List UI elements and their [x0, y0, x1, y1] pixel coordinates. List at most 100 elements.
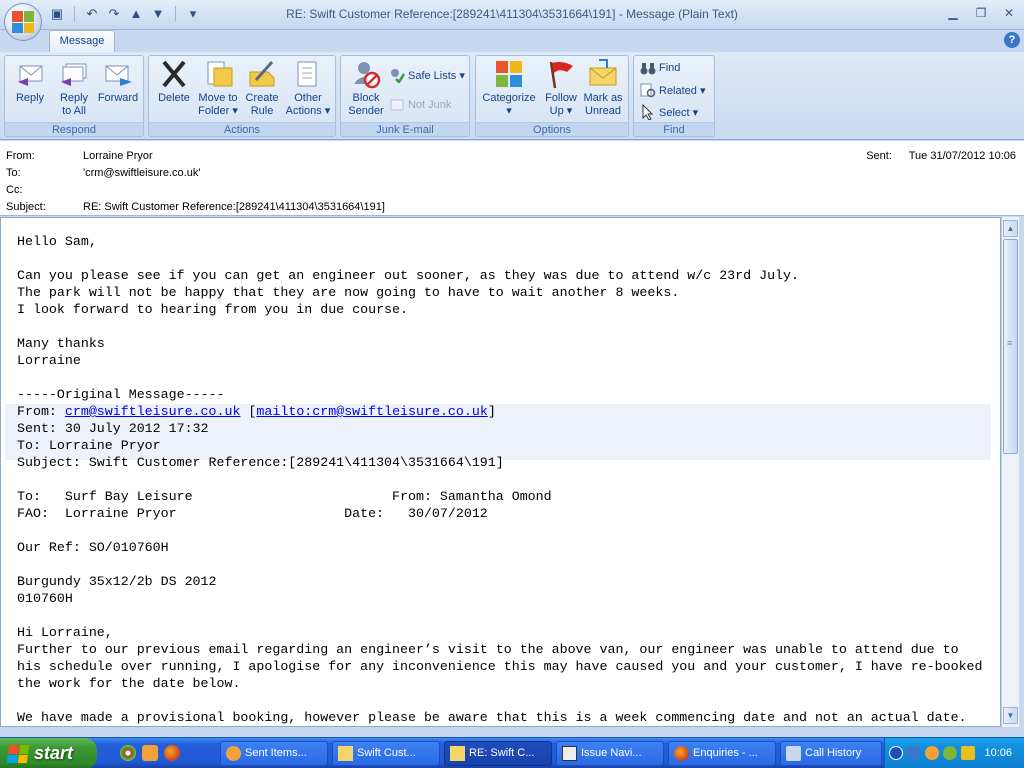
- office-logo-icon: [12, 11, 34, 33]
- sent-value: Tue 31/07/2012 10:06: [908, 150, 1016, 162]
- scroll-thumb[interactable]: [1003, 239, 1018, 454]
- options-group-label: Options: [476, 122, 628, 136]
- create-rule-label: Create Rule: [245, 92, 279, 117]
- reply-all-icon: [58, 58, 90, 90]
- to-value[interactable]: 'crm@swiftleisure.co.uk': [83, 167, 200, 179]
- junk-email-group-label: Junk E-mail: [341, 122, 469, 136]
- task-label: Sent Items...: [245, 747, 307, 759]
- message-text: Hello Sam, Can you please see if you can…: [17, 233, 983, 726]
- reply-all-label: Reply to All: [59, 92, 89, 117]
- select-cursor-icon: [640, 103, 656, 121]
- safe-lists-label: Safe Lists ▾: [408, 69, 465, 82]
- block-sender-button[interactable]: Block Sender: [343, 58, 389, 118]
- follow-up-flag-icon: [545, 58, 577, 90]
- reply-all-button[interactable]: Reply to All: [51, 58, 97, 118]
- select-label: Select ▾: [659, 106, 699, 119]
- close-icon[interactable]: ✕: [998, 4, 1020, 22]
- find-group: Find Related ▾ Select ▾ Find: [633, 55, 715, 137]
- select-button[interactable]: Select ▾: [640, 103, 698, 121]
- follow-up-button[interactable]: Follow Up ▾: [538, 58, 584, 118]
- respond-group-label: Respond: [5, 122, 143, 136]
- from-email-link[interactable]: crm@swiftleisure.co.uk: [65, 404, 241, 419]
- cc-label: Cc:: [6, 184, 23, 196]
- minimize-icon[interactable]: ▁: [942, 4, 964, 22]
- ribbon: Reply Reply to All Forward Respond Delet…: [0, 52, 1024, 140]
- vertical-scrollbar[interactable]: ▲ ▼: [1001, 217, 1019, 727]
- email-task-icon: [338, 746, 353, 761]
- follow-up-label: Follow Up ▾: [545, 92, 577, 117]
- subject-value: RE: Swift Customer Reference:[289241\411…: [83, 201, 385, 213]
- other-actions-button[interactable]: Other Actions ▾: [285, 58, 331, 118]
- network-tray-icon[interactable]: [907, 746, 921, 760]
- reply-button[interactable]: Reply: [7, 58, 53, 105]
- task-label: Enquiries - ...: [693, 747, 758, 759]
- taskbar-item-call-history[interactable]: Call History: [780, 741, 882, 766]
- delete-button[interactable]: Delete: [151, 58, 197, 105]
- window-controls: ▁ ❐ ✕: [942, 4, 1020, 22]
- email-task-icon: [450, 746, 465, 761]
- categorize-button[interactable]: Categorize ▾: [480, 58, 538, 118]
- find-button[interactable]: Find: [640, 59, 680, 77]
- actions-group-label: Actions: [149, 122, 335, 136]
- move-to-folder-icon: [202, 58, 234, 90]
- clock[interactable]: 10:06: [984, 747, 1012, 759]
- other-actions-label: Other Actions ▾: [285, 92, 331, 117]
- respond-group: Reply Reply to All Forward Respond: [4, 55, 144, 137]
- mark-as-unread-icon: [587, 58, 619, 90]
- start-button[interactable]: start: [0, 738, 97, 768]
- sent-label: Sent:: [866, 150, 892, 162]
- tab-message[interactable]: Message: [49, 30, 115, 52]
- scroll-up-button[interactable]: ▲: [1003, 220, 1018, 237]
- taskbar-item-swift-cust[interactable]: Swift Cust...: [332, 741, 440, 766]
- start-label: start: [34, 743, 74, 763]
- junk-email-group: Block Sender Safe Lists ▾ Not Junk ↘ Jun…: [340, 55, 470, 137]
- find-binoculars-icon: [640, 60, 656, 76]
- move-to-folder-label: Move to Folder ▾: [198, 92, 238, 117]
- categorize-label: Categorize ▾: [482, 92, 536, 117]
- taskbar-item-re-swift[interactable]: RE: Swift C...: [444, 741, 552, 766]
- taskbar-item-enquiries[interactable]: Enquiries - ...: [668, 741, 776, 766]
- forward-button[interactable]: Forward: [95, 58, 141, 105]
- office-button[interactable]: [4, 3, 42, 41]
- mailto-link[interactable]: mailto:crm@swiftleisure.co.uk: [256, 404, 487, 419]
- options-group: Categorize ▾ Follow Up ▾ Mark as Unread …: [475, 55, 629, 137]
- help-icon[interactable]: ?: [1004, 32, 1020, 48]
- from-value[interactable]: Lorraine Pryor: [83, 150, 153, 162]
- reply-label: Reply: [15, 92, 45, 104]
- block-sender-label: Block Sender: [348, 92, 384, 117]
- block-sender-icon: [350, 58, 382, 90]
- move-to-folder-button[interactable]: Move to Folder ▾: [195, 58, 241, 118]
- message-body[interactable]: Hello Sam, Can you please see if you can…: [0, 217, 1001, 727]
- taskbar-item-issue-navi[interactable]: Issue Navi...: [556, 741, 664, 766]
- outlook-task-icon: [226, 746, 241, 761]
- system-tray: 10:06: [884, 738, 1024, 768]
- task-label: Call History: [805, 747, 862, 759]
- windows-flag-icon: [6, 745, 30, 763]
- related-button[interactable]: Related ▾: [640, 81, 706, 99]
- forward-icon: [102, 58, 134, 90]
- scroll-down-button[interactable]: ▼: [1003, 707, 1018, 724]
- delete-icon: [158, 58, 190, 90]
- task-label: Swift Cust...: [357, 747, 416, 759]
- outlook-tray-icon[interactable]: [925, 746, 939, 760]
- message-text-part1: Hello Sam, Can you please see if you can…: [17, 234, 799, 419]
- chrome-quicklaunch-icon[interactable]: [120, 745, 136, 761]
- notification-tray-icon[interactable]: [961, 746, 975, 760]
- not-junk-button[interactable]: Not Junk: [389, 96, 451, 114]
- tray-expand-icon[interactable]: [889, 746, 903, 760]
- firefox-quicklaunch-icon[interactable]: [164, 745, 180, 761]
- create-rule-button[interactable]: Create Rule: [239, 58, 285, 118]
- message-text-part2: ] Sent: 30 July 2012 17:32 To: Lorraine …: [17, 404, 983, 725]
- restore-icon[interactable]: ❐: [970, 4, 992, 22]
- subject-label: Subject:: [6, 201, 46, 213]
- security-tray-icon[interactable]: [943, 746, 957, 760]
- safe-lists-button[interactable]: Safe Lists ▾: [389, 66, 465, 84]
- window-bottom-border: [0, 727, 1024, 737]
- sent-row: Sent: Tue 31/07/2012 10:06: [866, 150, 1016, 162]
- mark-as-unread-label: Mark as Unread: [583, 92, 623, 117]
- ribbon-tab-row: Message ?: [0, 30, 1024, 52]
- taskbar-item-sent-items[interactable]: Sent Items...: [220, 741, 328, 766]
- mark-as-unread-button[interactable]: Mark as Unread: [580, 58, 626, 118]
- not-junk-icon: [389, 97, 405, 113]
- outlook-quicklaunch-icon[interactable]: [142, 745, 158, 761]
